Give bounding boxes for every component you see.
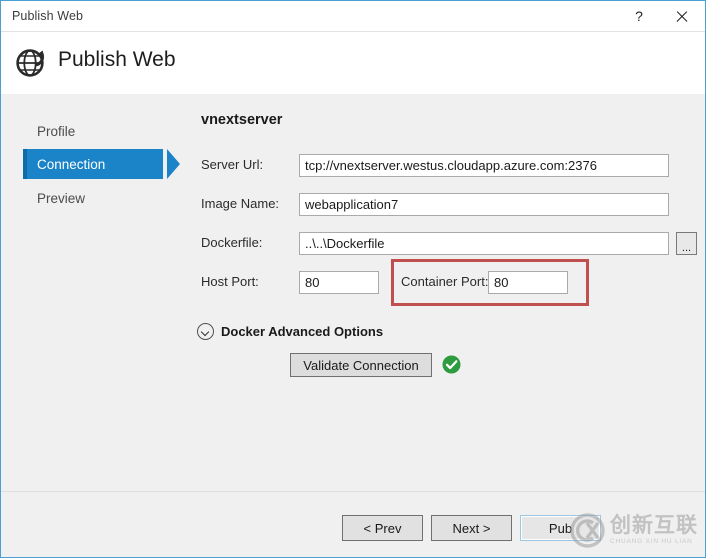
server-url-input[interactable] (299, 154, 669, 177)
help-button[interactable]: ? (619, 1, 659, 31)
dialog-body: Profile Connection Preview vnextserver S… (1, 94, 705, 491)
question-mark-icon: ? (635, 8, 643, 24)
prev-button[interactable]: < Prev (342, 515, 423, 541)
close-icon (675, 10, 688, 23)
globe-publish-icon (15, 45, 49, 79)
dialog-header: Publish Web (1, 32, 705, 94)
browse-dockerfile-button[interactable]: ... (676, 232, 697, 255)
server-url-row: Server Url: (201, 154, 691, 178)
container-port-input[interactable] (488, 271, 568, 294)
sidebar-item-connection[interactable]: Connection (23, 149, 180, 179)
wizard-sidebar: Profile Connection Preview (1, 94, 180, 491)
image-name-label: Image Name: (201, 196, 280, 211)
sidebar-item-label: Profile (37, 123, 76, 139)
image-name-input[interactable] (299, 193, 669, 216)
dialog-footer: < Prev Next > Pub (1, 491, 705, 557)
green-check-circle-icon (442, 355, 461, 374)
next-button[interactable]: Next > (431, 515, 512, 541)
page-title: Publish Web (58, 48, 176, 71)
window-title: Publish Web (12, 9, 84, 23)
dockerfile-row: Dockerfile: ... (201, 232, 705, 256)
validate-connection-button[interactable]: Validate Connection (290, 353, 432, 377)
publish-button[interactable]: Pub (520, 515, 601, 541)
docker-advanced-options-toggle[interactable]: Docker Advanced Options (197, 323, 383, 340)
container-port-label: Container Port: (401, 274, 489, 289)
host-port-label: Host Port: (201, 274, 259, 289)
dockerfile-input[interactable] (299, 232, 669, 255)
title-bar: Publish Web ? (1, 1, 705, 32)
sidebar-item-label: Connection (37, 156, 106, 172)
sidebar-item-preview[interactable]: Preview (23, 183, 163, 213)
dockerfile-label: Dockerfile: (201, 235, 263, 250)
docker-advanced-options-label: Docker Advanced Options (221, 324, 384, 339)
chevron-down-circle-icon (197, 323, 214, 340)
image-name-row: Image Name: (201, 193, 691, 217)
host-port-input[interactable] (299, 271, 379, 294)
sidebar-item-profile[interactable]: Profile (23, 116, 163, 146)
close-button[interactable] (661, 1, 701, 31)
ports-row: Host Port: Container Port: (201, 259, 701, 306)
server-url-label: Server Url: (201, 157, 264, 172)
connection-panel: vnextserver Server Url: Image Name: Dock… (171, 94, 705, 491)
sidebar-item-label: Preview (37, 190, 86, 206)
publish-web-dialog: Publish Web ? Publish Web Profile Connec… (0, 0, 706, 558)
profile-name-heading: vnextserver (201, 112, 283, 128)
